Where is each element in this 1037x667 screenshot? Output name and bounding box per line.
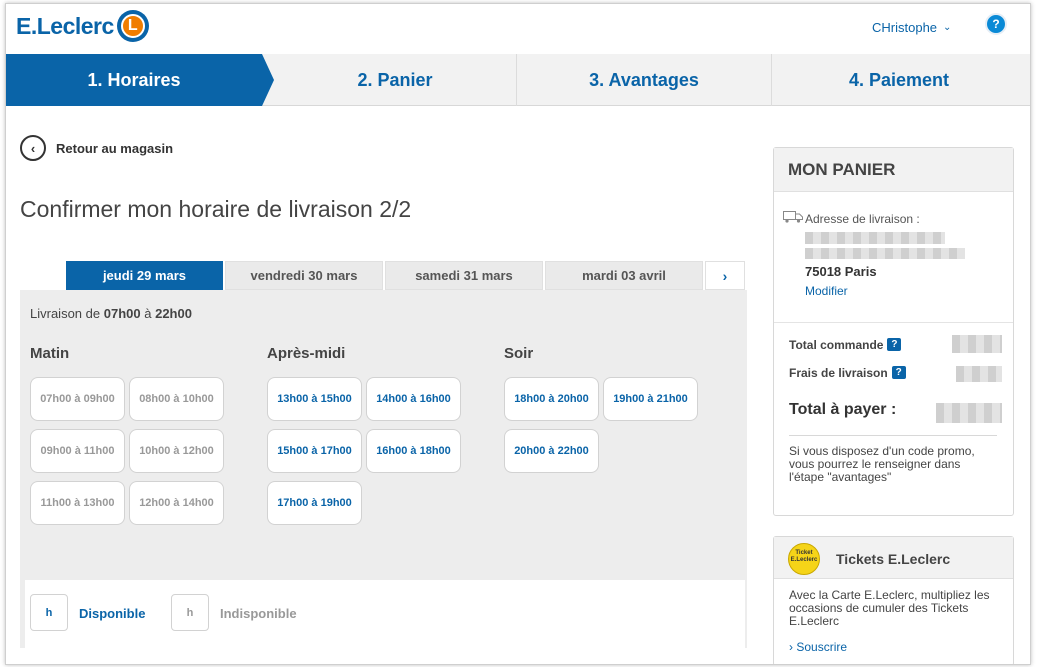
time-slot[interactable]: 14h00 à 16h00 (366, 377, 461, 421)
column-title-morning: Matin (30, 345, 70, 362)
time-slot[interactable]: 17h00 à 19h00 (267, 481, 362, 525)
delivery-hours: Livraison de 07h00 à 22h00 (30, 306, 192, 321)
time-slot: 09h00 à 11h00 (30, 429, 125, 473)
delivery-prefix: Livraison de (30, 306, 101, 321)
back-label: Retour au magasin (56, 140, 174, 156)
shipping-row: Frais de livraison? (789, 366, 906, 380)
ticket-leclerc-icon: Ticket E.Leclerc (788, 543, 820, 575)
divider (774, 322, 1013, 323)
time-slots-panel: Livraison de 07h00 à 22h00 Matin Après-m… (20, 290, 747, 648)
subscribe-link[interactable]: › Souscrire (789, 640, 847, 654)
subscribe-label: Souscrire (796, 640, 848, 654)
leclerc-logo[interactable]: E.Leclerc L (16, 10, 149, 42)
total-order-value-redacted (952, 335, 1002, 353)
delivery-from: 07h00 (103, 306, 141, 321)
time-slot: 11h00 à 13h00 (30, 481, 125, 525)
tab-day-1[interactable]: jeudi 29 mars (66, 261, 223, 290)
cart-summary: MON PANIER Adresse de livraison : 75018 … (773, 147, 1014, 516)
delivery-to: 22h00 (155, 306, 192, 321)
browser-frame: E.Leclerc L CHristophe ⌄ ? 1. Horaires 2… (5, 3, 1031, 665)
time-slot[interactable]: 20h00 à 22h00 (504, 429, 599, 473)
next-days-icon[interactable]: › (705, 261, 745, 290)
time-slot: 10h00 à 12h00 (129, 429, 224, 473)
logo-letter: L (120, 14, 145, 38)
address-redacted (805, 232, 945, 244)
step-paiement[interactable]: 4. Paiement (772, 54, 1026, 106)
time-slot[interactable]: 19h00 à 21h00 (603, 377, 698, 421)
step-panier[interactable]: 2. Panier (274, 54, 516, 106)
tab-day-4[interactable]: mardi 03 avril (545, 261, 703, 290)
legend-available-label: Disponible (79, 606, 146, 621)
time-slot[interactable]: 18h00 à 20h00 (504, 377, 599, 421)
total-to-pay-redacted (936, 403, 1002, 423)
user-menu[interactable]: CHristophe ⌄ (872, 20, 951, 35)
shipping-value-redacted (956, 366, 1002, 382)
time-slot: 12h00 à 14h00 (129, 481, 224, 525)
question-icon[interactable]: ? (887, 338, 902, 351)
question-icon[interactable]: ? (891, 366, 906, 379)
tab-day-3[interactable]: samedi 31 mars (385, 261, 543, 290)
time-slot: 07h00 à 09h00 (30, 377, 125, 421)
user-name: CHristophe (872, 20, 938, 35)
chevron-down-icon: ⌄ (943, 22, 952, 33)
chevron-left-icon: ‹ (20, 135, 46, 161)
address-label: Adresse de livraison : (805, 212, 920, 226)
chevron-right-icon: › (789, 640, 793, 654)
step-horaires[interactable]: 1. Horaires (6, 54, 262, 106)
time-slot: 08h00 à 10h00 (129, 377, 224, 421)
logo-text: E.Leclerc (16, 12, 114, 39)
tickets-header: Ticket E.Leclerc Tickets E.Leclerc (774, 537, 1013, 579)
tab-day-2[interactable]: vendredi 30 mars (225, 261, 383, 290)
slot-legend: h Disponible h Indisponible (25, 580, 745, 648)
delivery-sep: à (144, 306, 152, 321)
modify-address-link[interactable]: Modifier (805, 284, 848, 298)
total-order-label: Total commande (789, 338, 884, 352)
legend-available-swatch: h (30, 594, 68, 631)
tickets-description: Avec la Carte E.Leclerc, multipliez les … (789, 588, 990, 628)
time-slot[interactable]: 13h00 à 15h00 (267, 377, 362, 421)
address-redacted (805, 248, 965, 259)
time-slot[interactable]: 16h00 à 18h00 (366, 429, 461, 473)
checkout-steps: 1. Horaires 2. Panier 3. Avantages 4. Pa… (6, 54, 1030, 106)
header: E.Leclerc L CHristophe ⌄ ? (6, 4, 1030, 54)
legend-unavailable-label: Indisponible (220, 606, 297, 621)
logo-emblem-icon: L (116, 10, 149, 42)
time-slot[interactable]: 15h00 à 17h00 (267, 429, 362, 473)
back-to-store-link[interactable]: ‹ Retour au magasin (20, 135, 173, 161)
total-order-row: Total commande? (789, 338, 902, 352)
step-arrow (262, 54, 274, 106)
tickets-title: Tickets E.Leclerc (836, 551, 951, 567)
help-icon[interactable]: ? (985, 13, 1007, 35)
page-title: Confirmer mon horaire de livraison 2/2 (20, 196, 412, 222)
step-avantages[interactable]: 3. Avantages (517, 54, 771, 106)
tickets-card: Ticket E.Leclerc Tickets E.Leclerc Avec … (773, 536, 1014, 664)
column-title-afternoon: Après-midi (267, 345, 346, 362)
shipping-label: Frais de livraison (789, 366, 888, 380)
column-title-evening: Soir (504, 345, 534, 362)
divider (789, 435, 997, 436)
truck-icon (783, 211, 803, 223)
total-to-pay-label: Total à payer : (789, 401, 897, 418)
promo-info: Si vous disposez d'un code promo, vous p… (789, 444, 975, 484)
cart-title: MON PANIER (774, 148, 1013, 192)
address-city: 75018 Paris (805, 264, 877, 279)
legend-unavailable-swatch: h (171, 594, 209, 631)
